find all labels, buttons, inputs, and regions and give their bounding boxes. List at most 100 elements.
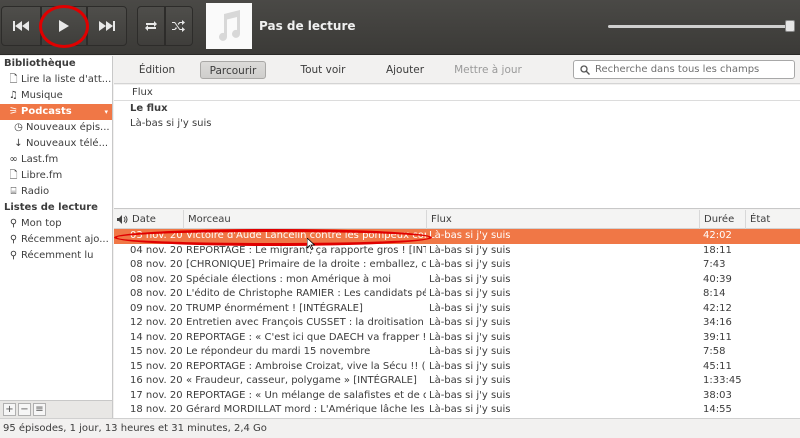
sidebar-item-librefm[interactable]: 🗋 Libre.fm <box>0 168 112 184</box>
cell-date: 08 nov. 201 <box>130 259 183 270</box>
sidebar-item-play-queue[interactable]: 🗋 Lire la liste d'att... <box>0 72 112 88</box>
skip-back-icon <box>13 21 29 31</box>
sidebar-item-lastfm[interactable]: ∞ Last.fm <box>0 152 112 168</box>
cell-feed: Là-bas si j'y suis <box>429 230 511 241</box>
tab-browse[interactable]: Parcourir <box>200 61 266 79</box>
expander-icon[interactable]: ▾ <box>104 104 108 120</box>
table-row[interactable]: 15 nov. 201Le répondeur du mardi 15 nove… <box>114 345 800 360</box>
sidebar-item-top[interactable]: ⚲ Mon top <box>0 216 112 232</box>
skip-forward-icon <box>99 21 115 31</box>
music-note-icon <box>219 10 240 41</box>
radio-icon: ⌸ <box>10 186 17 197</box>
cell-track: « Fraudeur, casseur, polygame » [INTÉGRA… <box>186 375 417 386</box>
cell-duration: 14:55 <box>703 404 732 415</box>
document-icon: 🗋 <box>9 74 18 85</box>
playlists-heading: Listes de lecture <box>4 202 98 213</box>
column-date[interactable]: Date <box>128 210 184 229</box>
search-icon: ⚲ <box>9 234 18 245</box>
cell-duration: 1:33:45 <box>703 375 742 386</box>
browser-column-header[interactable]: Flux <box>114 85 800 101</box>
feed-browser: Le flux Là-bas si j'y suis <box>114 101 800 209</box>
search-input[interactable]: Recherche dans tous les champs <box>573 60 795 79</box>
lastfm-icon: ∞ <box>9 154 18 165</box>
episode-table: Date Morceau Flux Durée État 03 nov. 201… <box>114 210 800 418</box>
view-switcher: Édition Parcourir Tout voir Ajouter Mett… <box>114 56 800 84</box>
volume-slider[interactable] <box>608 25 793 28</box>
update-button[interactable]: Mettre à jour <box>452 61 524 79</box>
cell-duration: 45:11 <box>703 360 732 372</box>
volume-slider-handle[interactable] <box>785 20 795 32</box>
sidebar-item-music[interactable]: ♫ Musique <box>0 88 112 104</box>
player-toolbar: Pas de lecture <box>0 0 800 55</box>
table-row[interactable]: 17 nov. 201REPORTAGE : « Un mélange de s… <box>114 389 800 404</box>
mouse-pointer-icon <box>307 238 315 250</box>
source-menu-button[interactable]: ≡ <box>33 403 46 416</box>
previous-track-button[interactable] <box>1 6 41 46</box>
cell-duration: 40:39 <box>703 273 732 285</box>
table-header: Date Morceau Flux Durée État <box>114 210 800 229</box>
column-feed[interactable]: Flux <box>427 210 700 229</box>
cell-feed: Là-bas si j'y suis <box>429 360 511 372</box>
sidebar-item-recently-added[interactable]: ⚲ Récemment ajo... <box>0 232 112 248</box>
sidebar-item-new-episodes[interactable]: ◷ Nouveaux épis... <box>0 120 112 136</box>
cell-track: [CHRONIQUE] Primaire de la droite : emba… <box>186 259 426 270</box>
cell-feed: Là-bas si j'y suis <box>429 404 511 415</box>
cell-feed: Là-bas si j'y suis <box>429 288 511 299</box>
browser-feed-item[interactable]: Là-bas si j'y suis <box>114 116 800 131</box>
next-track-button[interactable] <box>87 6 127 46</box>
add-source-button[interactable]: + <box>3 403 16 416</box>
cell-feed: Là-bas si j'y suis <box>429 389 511 401</box>
sidebar-actions: + − ≡ <box>0 400 113 418</box>
column-track[interactable]: Morceau <box>184 210 427 229</box>
browser-all-feeds[interactable]: Le flux <box>114 101 800 116</box>
cell-feed: Là-bas si j'y suis <box>429 317 511 328</box>
play-button[interactable] <box>41 6 87 46</box>
cell-track: REPORTAGE : « C'est ici que DAECH va fra… <box>186 331 426 343</box>
document-icon: 🗋 <box>9 170 18 181</box>
sidebar-item-recently-played[interactable]: ⚲ Récemment lu <box>0 248 112 264</box>
cell-date: 09 nov. 201 <box>130 302 183 314</box>
sidebar-item-podcasts[interactable]: ⚞ Podcasts ▾ <box>0 104 112 120</box>
cell-track: Victoire d'Aude Lancelin contre les pomp… <box>186 230 426 241</box>
music-note-icon: ♫ <box>9 90 18 101</box>
cell-feed: Là-bas si j'y suis <box>429 346 511 357</box>
table-row[interactable]: 04 nov. 201REPORTAGE : Le migrant, ça ra… <box>114 244 800 259</box>
cell-track: Le répondeur du mardi 15 novembre <box>186 346 371 357</box>
search-placeholder: Recherche dans tous les champs <box>595 64 760 75</box>
table-row[interactable]: 12 nov. 201Entretien avec François CUSSE… <box>114 316 800 331</box>
cell-track: L'édito de Christophe RAMIER : Les candi… <box>186 288 426 299</box>
status-bar: 95 épisodes, 1 jour, 13 heures et 31 min… <box>0 418 800 438</box>
cell-duration: 42:12 <box>703 302 732 314</box>
shuffle-button[interactable] <box>165 6 193 46</box>
remove-source-button[interactable]: − <box>18 403 31 416</box>
repeat-button[interactable] <box>137 6 165 46</box>
cell-duration: 38:03 <box>703 389 732 401</box>
table-row[interactable]: 08 nov. 201Spéciale élections : mon Amér… <box>114 273 800 288</box>
sidebar-item-new-downloads[interactable]: ↓ Nouveaux télé... <box>0 136 112 152</box>
clock-icon: ◷ <box>14 122 23 133</box>
table-row[interactable]: 18 nov. 201Gérard MORDILLAT mord : L'Amé… <box>114 403 800 418</box>
cell-date: 15 nov. 201 <box>130 346 183 357</box>
column-duration[interactable]: Durée <box>700 210 746 229</box>
table-row[interactable]: 08 nov. 201L'édito de Christophe RAMIER … <box>114 287 800 302</box>
import-button[interactable]: Ajouter <box>376 61 434 79</box>
cell-track: REPORTAGE : Le migrant, ça rapporte gros… <box>186 244 426 256</box>
cell-feed: Là-bas si j'y suis <box>429 259 511 270</box>
table-row[interactable]: 15 nov. 201REPORTAGE : Ambroise Croizat,… <box>114 360 800 375</box>
cell-date: 08 nov. 201 <box>130 273 183 285</box>
tab-view-all[interactable]: Tout voir <box>292 61 354 79</box>
table-row[interactable]: 14 nov. 201REPORTAGE : « C'est ici que D… <box>114 331 800 346</box>
table-row[interactable]: 08 nov. 201[CHRONIQUE] Primaire de la dr… <box>114 258 800 273</box>
cell-duration: 42:02 <box>703 230 732 241</box>
sidebar-item-radio[interactable]: ⌸ Radio <box>0 184 112 200</box>
album-art <box>206 3 252 49</box>
table-row[interactable]: 16 nov. 201« Fraudeur, casseur, polygame… <box>114 374 800 389</box>
cell-feed: Là-bas si j'y suis <box>429 273 511 285</box>
sidebar: Bibliothèque 🗋 Lire la liste d'att... ♫ Mu… <box>0 56 113 418</box>
table-row[interactable]: 03 nov. 201Victoire d'Aude Lancelin cont… <box>114 229 800 244</box>
tab-edit[interactable]: Édition <box>126 61 188 79</box>
cell-track: REPORTAGE : « Un mélange de salafistes e… <box>186 389 426 401</box>
table-row[interactable]: 09 nov. 201TRUMP énormément ! [INTÉGRALE… <box>114 302 800 317</box>
column-status[interactable]: État <box>746 210 800 229</box>
sidebar-item-label: Radio <box>21 186 50 197</box>
